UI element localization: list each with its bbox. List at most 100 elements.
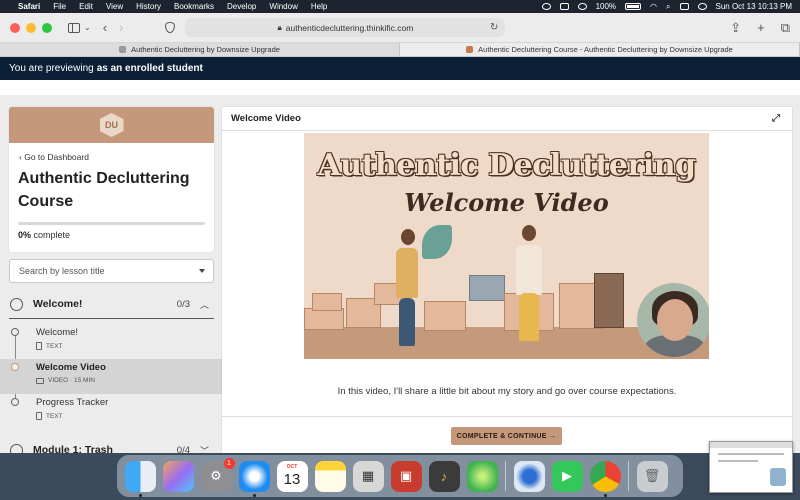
expand-icon[interactable]: ⤢ [772,113,780,124]
notification-badge: 1 [223,457,235,469]
safari-toolbar: ⌄ ‹ › 🔒︎ authenticdecluttering.thinkific… [0,13,800,43]
screen-mirroring-icon[interactable] [559,3,569,10]
lesson-item-welcome[interactable]: Welcome! TEXT [0,324,222,359]
sidebar-dropdown-chevron-icon[interactable]: ⌄ [84,23,91,32]
dock-separator [628,461,629,491]
lesson-item-progress-tracker[interactable]: Progress Tracker TEXT [0,394,222,429]
system-settings-icon[interactable]: ⚙ 1 [200,457,235,492]
chapter-status-circle-icon [10,297,23,311]
garageband-icon[interactable]: ♪ [428,460,460,492]
chapter-count: 0/3 [176,298,190,310]
mirror-illustration [594,273,624,328]
course-sidebar: DU ‹ Go to Dashboard Authentic Declutter… [0,95,222,453]
battery-icon[interactable] [625,3,642,10]
safari-window: ⌄ ‹ › 🔒︎ authenticdecluttering.thinkific… [0,13,800,453]
menu-develop[interactable]: Develop [227,2,256,11]
share-icon[interactable]: ⇪ [730,20,741,36]
trash-icon[interactable]: 🗑︎ [636,460,668,492]
quicktime-icon[interactable] [513,460,545,492]
person-illustration [519,293,539,341]
lesson-status-dot [11,398,19,406]
lesson-type: TEXT [46,412,63,420]
tab-course[interactable]: Authentic Decluttering Course - Authenti… [400,43,800,56]
close-window-button[interactable] [10,22,20,33]
forward-button[interactable]: › [119,21,123,34]
facetime-icon[interactable]: ▶ [551,460,583,492]
menu-view[interactable]: View [106,2,123,11]
tab-overview-icon[interactable]: ⧉ [781,20,790,36]
document-icon [36,412,42,420]
menu-window[interactable]: Window [269,2,297,11]
control-center-icon[interactable] [679,3,689,10]
play-icon[interactable] [577,3,587,10]
presentation-app-icon[interactable]: ▣ [390,460,422,492]
chapter-divider [9,318,214,319]
course-card: DU ‹ Go to Dashboard Authentic Declutter… [9,107,214,252]
chevron-down-icon[interactable]: ﹀ [200,444,209,454]
tab-dashboard[interactable]: Authentic Decluttering by Downsize Upgra… [0,43,400,56]
calculator-icon[interactable]: ▦ [352,460,384,492]
running-indicator [138,493,142,497]
chapter-module-1-trash[interactable]: Module 1: Trash 0/4 ﹀ [0,437,222,453]
sims-plumbob-icon[interactable] [466,460,498,492]
back-button[interactable]: ‹ [103,21,107,34]
thumbnail-subtitle: Welcome Video [404,188,609,217]
course-title: Authentic Decluttering Course [18,170,190,211]
lesson-status-dot [11,328,19,336]
complete-and-continue-button[interactable]: COMPLETE & CONTINUE → [451,427,562,445]
menu-edit[interactable]: Edit [79,2,93,11]
wifi-icon[interactable]: ◠ [650,2,657,11]
spotlight-icon[interactable]: ⌕ [666,2,670,12]
chrome-icon[interactable] [589,460,621,497]
zoom-window-button[interactable] [42,22,52,33]
menu-help[interactable]: Help [311,2,327,11]
monitor-illustration [469,275,505,301]
box-illustration [312,293,342,311]
privacy-shield-icon[interactable] [165,22,176,33]
calendar-icon[interactable]: OCT 13 [276,460,308,492]
person-head-illustration [522,225,536,241]
new-tab-icon[interactable]: + [757,20,765,36]
launchpad-icon[interactable] [162,460,194,492]
menu-file[interactable]: File [53,2,66,11]
caret-down-icon [199,269,205,273]
plant-illustration [422,225,452,259]
chapter-title: Welcome! [33,298,83,310]
notes-icon[interactable] [314,460,346,492]
lesson-meta: TEXT [36,342,63,350]
siri-icon[interactable] [697,3,707,10]
preview-prefix: You are previewing [9,63,94,74]
finder-icon[interactable] [124,460,156,497]
thumbnail-title: Authentic Decluttering [317,148,697,183]
person-illustration [396,248,418,298]
instructor-webcam-overlay [637,283,709,357]
safari-icon[interactable] [238,460,270,497]
chapter-count: 0/4 [176,444,190,454]
lesson-item-welcome-video[interactable]: Welcome Video VIDEO · 15 MIN [0,359,222,394]
go-to-dashboard-link[interactable]: ‹ Go to Dashboard [19,152,214,162]
sidebar-toggle-icon[interactable] [68,22,80,33]
chevron-up-icon[interactable]: ︿ [200,298,209,311]
menu-app-safari[interactable]: Safari [18,2,40,11]
webcam-face [657,299,693,341]
menu-history[interactable]: History [136,2,161,11]
video-thumbnail[interactable]: Authentic Decluttering Welcome Video [304,133,709,359]
reload-icon[interactable]: ↻ [490,22,498,33]
status-app-icon[interactable] [541,3,551,10]
menubar-clock[interactable]: Sun Oct 13 10:13 PM [716,2,793,11]
address-bar[interactable]: 🔒︎ authenticdecluttering.thinkific.com ↻ [185,18,506,37]
lesson-title: Welcome Video [36,362,106,373]
screenshot-thumbnail-preview[interactable] [709,441,793,493]
menu-bookmarks[interactable]: Bookmarks [174,2,214,11]
minimize-window-button[interactable] [26,22,36,33]
battery-percent: 100% [595,2,617,11]
chapter-welcome[interactable]: Welcome! 0/3 ︿ [0,291,222,317]
progress-text: 0% complete [18,230,205,240]
lesson-content-panel: Welcome Video ⤢ Authentic Decluttering W… [222,107,792,453]
preview-banner: You are previewing as an enrolled studen… [0,57,800,80]
lesson-search-input[interactable]: Search by lesson title [9,259,214,283]
lesson-meta: TEXT [36,412,63,420]
lesson-status-dot [11,363,19,371]
preview-line [718,453,784,455]
address-url: authenticdecluttering.thinkific.com [285,22,414,33]
